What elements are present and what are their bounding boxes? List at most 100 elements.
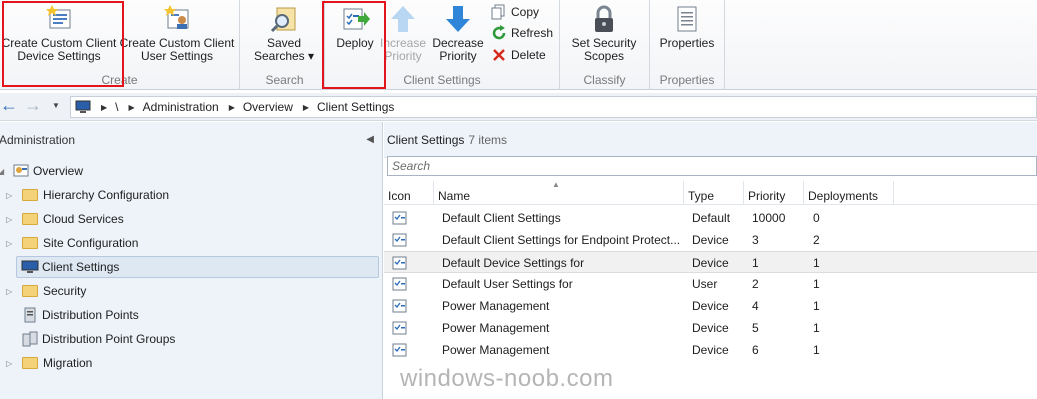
sidebar-item-overview[interactable]: ◢ Overview [0,160,378,182]
separator-icon: ▶ [302,102,310,112]
distribution-point-groups-icon [22,331,38,347]
breadcrumb-root[interactable]: \ [115,100,118,114]
cell-deployments: 1 [813,277,820,291]
cell-priority: 6 [752,343,759,357]
delete-label: Delete [511,48,546,62]
collapse-pane-icon[interactable]: ◀ [366,134,374,145]
nav-header: Administration ◀ [0,122,382,158]
refresh-button[interactable]: Refresh [491,23,553,43]
grid-header: Icon Name ▲ Type Priority Deployments [384,181,1037,205]
saved-searches-button[interactable]: Saved Searches ▾ [245,0,323,63]
separator-icon: ▶ [101,102,108,112]
cell-name: Power Management [442,343,550,357]
cell-type: User [692,277,718,291]
separator-icon: ▶ [128,102,135,112]
folder-icon [22,213,38,225]
highlight-box-deploy [322,1,386,89]
sidebar-item-label: Overview [33,164,84,178]
table-row[interactable]: Power Management Device 4 1 [384,295,1037,317]
history-dropdown-icon[interactable]: ▼ [52,101,60,110]
saved-searches-label-2: Searches ▾ [253,49,315,63]
breadcrumb-overview[interactable]: Overview [243,100,293,114]
sidebar-item-label: Distribution Points [42,308,139,322]
cell-name: Default Device Settings for [442,256,585,270]
sidebar-item-client-settings[interactable]: Client Settings [16,256,379,278]
search-input[interactable]: Search [387,156,1037,176]
create-user-settings-label-2: User Settings [140,49,214,63]
address-bar: ← → ▼ ▶ \ ▶ Administration ▶ Overview ▶ … [0,93,1037,121]
sidebar-item-distribution-point-groups[interactable]: Distribution Point Groups [0,328,378,350]
sidebar-item-site-configuration[interactable]: ▷ Site Configuration [0,232,378,254]
cell-priority: 10000 [752,211,786,225]
sidebar-item-label: Hierarchy Configuration [43,188,170,202]
ribbon-group-properties: Properties Properties [650,0,725,90]
column-header-priority[interactable]: Priority [744,181,804,205]
results-count: 7 items [468,132,508,147]
table-row[interactable]: Power Management Device 5 1 [384,317,1037,339]
sidebar-item-cloud-services[interactable]: ▷ Cloud Services [0,208,378,230]
sidebar-item-migration[interactable]: ▷ Migration [0,352,378,374]
breadcrumb-administration[interactable]: Administration [143,100,219,114]
expander-collapsed-icon[interactable]: ▷ [6,239,12,248]
expander-collapsed-icon[interactable]: ▷ [6,191,12,200]
results-pane: Client Settings 7 items Search Icon Name… [384,122,1037,399]
cell-type: Device [692,256,729,270]
cell-type: Device [692,299,729,313]
table-row[interactable]: Default Client Settings Default 10000 0 [384,207,1037,229]
create-user-settings-icon [164,5,189,29]
sidebar-item-hierarchy-configuration[interactable]: ▷ Hierarchy Configuration [0,184,378,206]
results-header: Client Settings 7 items [384,122,1037,158]
table-row[interactable]: Default User Settings for User 2 1 [384,273,1037,295]
highlight-box-create-device-settings [2,1,124,87]
table-row[interactable]: Power Management Device 6 1 [384,339,1037,361]
delete-icon [493,49,505,61]
table-row[interactable]: Default Client Settings for Endpoint Pro… [384,229,1037,251]
watermark: windows-noob.com [400,365,614,392]
cell-deployments: 0 [813,211,820,225]
client-setting-icon [392,233,407,247]
forward-arrow-icon[interactable]: → [24,95,42,116]
table-row[interactable]: Default Device Settings for Device 1 1 [384,251,1037,273]
expander-collapsed-icon[interactable]: ▷ [6,359,12,368]
ribbon-group-label-classify: Classify [583,73,626,87]
column-header-type[interactable]: Type [684,181,744,205]
column-header-deployments[interactable]: Deployments [804,181,894,205]
client-setting-icon [392,211,407,225]
saved-searches-icon [270,7,296,33]
overview-icon [13,164,29,177]
sidebar-item-label: Migration [43,356,93,370]
address-path[interactable]: ▶ \ ▶ Administration ▶ Overview ▶ Client… [70,96,1037,118]
delete-button[interactable]: Delete [491,45,546,65]
cell-name: Default Client Settings [442,211,561,225]
navigation-pane: Administration ◀ ◢ Overview ▷ Hierarchy … [0,122,383,399]
breadcrumb-client-settings[interactable]: Client Settings [317,100,394,114]
create-user-settings-button[interactable]: Create Custom Client User Settings [118,0,236,63]
properties-button[interactable]: Properties [650,0,724,50]
ribbon-group-label-search: Search [265,73,304,87]
ribbon-group-classify: Set Security Scopes Classify [560,0,650,90]
sidebar-item-label: Distribution Point Groups [42,332,176,346]
expander-expanded-icon[interactable]: ◢ [0,167,4,176]
ribbon: Create Custom Client Device Settings Cre… [0,0,1037,90]
folder-icon [22,357,38,369]
back-arrow-icon[interactable]: ← [0,95,18,116]
client-setting-icon [392,299,407,313]
set-security-scopes-button[interactable]: Set Security Scopes [560,0,648,63]
sidebar-item-distribution-points[interactable]: Distribution Points [0,304,378,326]
expander-collapsed-icon[interactable]: ▷ [6,287,12,296]
client-setting-icon [392,321,407,335]
sidebar-item-security[interactable]: ▷ Security [0,280,378,302]
sort-ascending-icon: ▲ [552,180,560,189]
cell-type: Device [692,233,729,247]
cell-type: Default [692,211,731,225]
copy-button[interactable]: Copy [491,2,539,22]
decrease-priority-button[interactable]: Decrease Priority [432,0,484,63]
cell-deployments: 2 [813,233,820,247]
copy-label: Copy [511,5,540,19]
folder-icon [22,285,38,297]
expander-collapsed-icon[interactable]: ▷ [6,215,12,224]
column-header-icon[interactable]: Icon [384,181,434,205]
cell-name: Default User Settings for [442,277,573,291]
cell-priority: 3 [752,233,759,247]
ribbon-group-search: Saved Searches ▾ Search [245,0,325,90]
